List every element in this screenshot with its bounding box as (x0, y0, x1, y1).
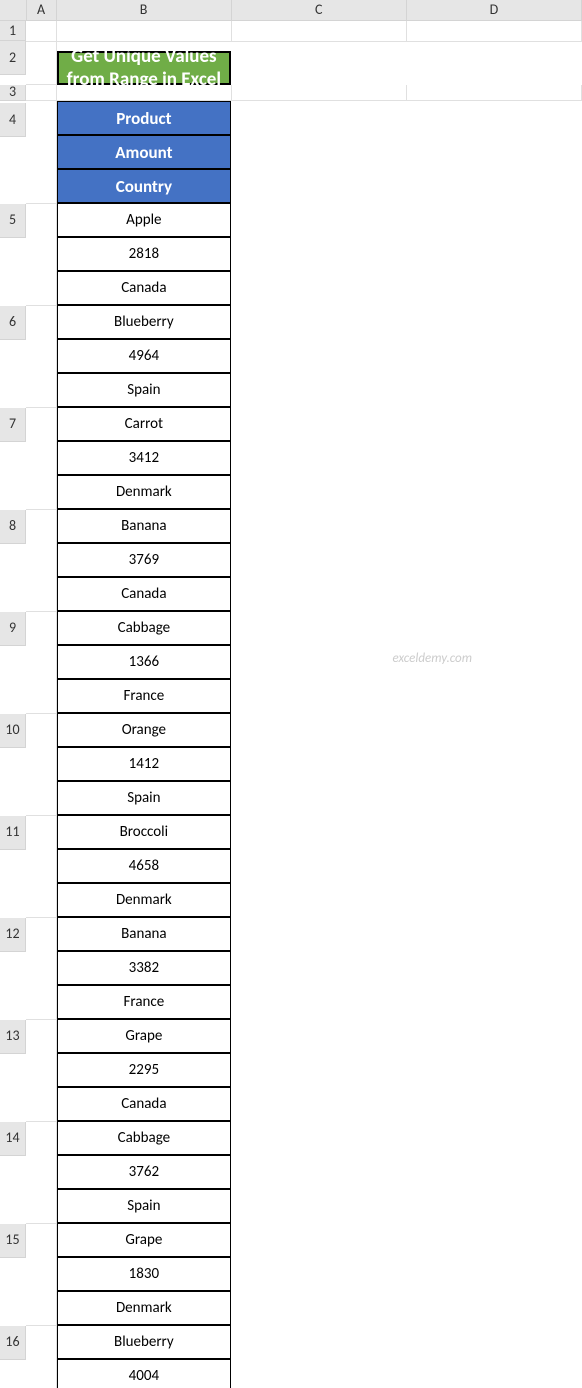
row-header[interactable]: 9 (0, 612, 26, 646)
cell-country[interactable]: Denmark (57, 475, 232, 509)
cell-product[interactable]: Blueberry (57, 1325, 232, 1359)
cell[interactable] (26, 101, 56, 204)
cell[interactable] (26, 21, 56, 42)
cell-amount[interactable]: 1412 (57, 747, 232, 781)
cell-product[interactable]: Carrot (57, 407, 232, 441)
title-cell[interactable]: Get Unique Values from Range in Excel (57, 51, 232, 85)
cell[interactable] (26, 815, 56, 917)
cell-country[interactable]: Canada (57, 577, 232, 611)
cell-product[interactable]: Grape (57, 1019, 232, 1053)
cell[interactable] (231, 21, 406, 42)
cell-country[interactable]: France (57, 985, 232, 1019)
cell[interactable] (26, 1325, 56, 1388)
row-header[interactable]: 14 (0, 1122, 26, 1156)
header-country[interactable]: Country (57, 169, 232, 203)
cell-product[interactable]: Blueberry (57, 305, 232, 339)
cell-amount[interactable]: 3412 (57, 441, 232, 475)
cell[interactable] (26, 203, 56, 305)
cell-amount[interactable]: 2818 (57, 237, 232, 271)
cell-amount[interactable]: 1830 (57, 1257, 232, 1291)
cell-amount[interactable]: 4964 (57, 339, 232, 373)
cell-amount[interactable]: 4004 (57, 1359, 232, 1388)
cell[interactable] (56, 21, 231, 42)
cell[interactable] (406, 85, 581, 101)
cell[interactable] (406, 21, 581, 42)
cell[interactable] (26, 509, 56, 611)
row-header[interactable]: 1 (0, 21, 26, 41)
cell[interactable] (26, 713, 56, 815)
cell[interactable] (26, 85, 56, 101)
cell-amount[interactable]: 3382 (57, 951, 232, 985)
spreadsheet-grid: A B C D 1 2 Get Unique Values from Range… (0, 0, 582, 1388)
cell[interactable] (26, 1223, 56, 1325)
row-header[interactable]: 2 (0, 41, 26, 75)
cell-product[interactable]: Banana (57, 509, 232, 543)
col-header-b[interactable]: B (56, 0, 231, 21)
row-header[interactable]: 15 (0, 1224, 26, 1258)
row-header[interactable]: 8 (0, 510, 26, 544)
row-header[interactable]: 12 (0, 918, 26, 952)
cell-country[interactable]: Denmark (57, 883, 232, 917)
cell-amount[interactable]: 3769 (57, 543, 232, 577)
cell-product[interactable]: Broccoli (57, 815, 232, 849)
row-header[interactable]: 13 (0, 1020, 26, 1054)
cell-product[interactable]: Cabbage (57, 611, 232, 645)
row-header[interactable]: 7 (0, 408, 26, 442)
cell-country[interactable]: France (57, 679, 232, 713)
cell[interactable] (26, 917, 56, 1019)
cell-product[interactable]: Banana (57, 917, 232, 951)
cell[interactable] (26, 1121, 56, 1223)
cell[interactable] (231, 85, 406, 101)
row-header[interactable]: 11 (0, 816, 26, 850)
cell-country[interactable]: Spain (57, 1189, 232, 1223)
cell-amount[interactable]: 1366 (57, 645, 232, 679)
cell-product[interactable]: Cabbage (57, 1121, 232, 1155)
col-header-c[interactable]: C (231, 0, 406, 21)
cell-product[interactable]: Orange (57, 713, 232, 747)
cell-product[interactable]: Apple (57, 203, 232, 237)
cell[interactable] (26, 305, 56, 407)
row-header[interactable]: 5 (0, 204, 26, 238)
cell-amount[interactable]: 3762 (57, 1155, 232, 1189)
cell-country[interactable]: Spain (57, 781, 232, 815)
cell-product[interactable]: Grape (57, 1223, 232, 1257)
cell-country[interactable]: Canada (57, 271, 232, 305)
row-header[interactable]: 6 (0, 306, 26, 340)
cell-country[interactable]: Denmark (57, 1291, 232, 1325)
col-header-d[interactable]: D (406, 0, 581, 21)
cell-country[interactable]: Spain (57, 373, 232, 407)
cell-amount[interactable]: 4658 (57, 849, 232, 883)
row-header[interactable]: 4 (0, 103, 26, 137)
row-header[interactable]: 3 (0, 85, 26, 101)
header-product[interactable]: Product (57, 101, 232, 135)
cell-amount[interactable]: 2295 (57, 1053, 232, 1087)
cell[interactable] (26, 407, 56, 509)
cell-country[interactable]: Canada (57, 1087, 232, 1121)
col-header-a[interactable]: A (26, 0, 56, 21)
cell[interactable] (26, 611, 56, 713)
select-all-corner[interactable] (0, 0, 26, 21)
row-header[interactable]: 16 (0, 1326, 26, 1360)
cell[interactable] (26, 41, 56, 85)
cell[interactable] (26, 1019, 56, 1121)
row-header[interactable]: 10 (0, 714, 26, 748)
header-amount[interactable]: Amount (57, 135, 232, 169)
